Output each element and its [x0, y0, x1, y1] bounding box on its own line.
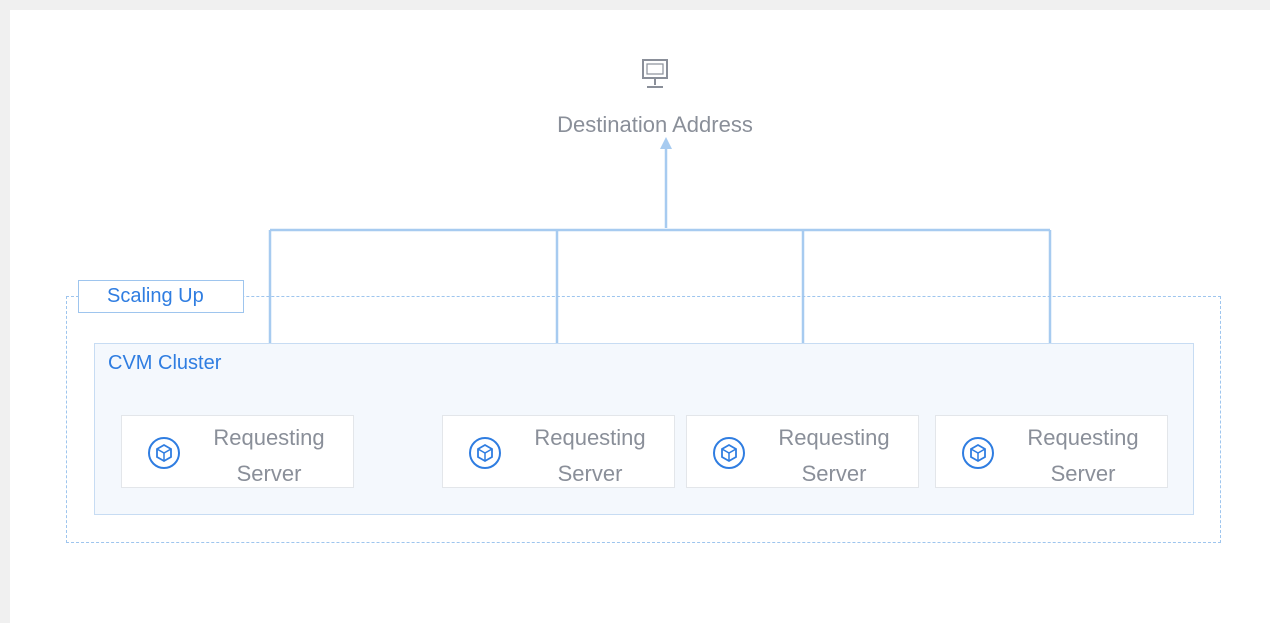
up-arrowhead — [660, 137, 672, 149]
server-label-line1: Requesting — [534, 425, 646, 450]
server-label-line2: Server — [801, 461, 867, 486]
server-label-line1: Requesting — [778, 425, 890, 450]
scaling-up-label: Scaling Up — [78, 280, 244, 313]
server-card-3: Requesting Server — [686, 415, 919, 488]
server-label-line1: Requesting — [213, 425, 325, 450]
cube-icon — [146, 435, 182, 471]
server-label-line2: Server — [236, 461, 302, 486]
cube-icon — [467, 435, 503, 471]
cube-icon — [711, 435, 747, 471]
server-label: Requesting Server — [759, 420, 909, 492]
cvm-cluster-label: CVM Cluster — [108, 352, 222, 374]
cube-icon — [960, 435, 996, 471]
server-card-2: Requesting Server — [442, 415, 675, 488]
monitor-icon — [634, 58, 676, 104]
server-label: Requesting Server — [1008, 420, 1158, 492]
destination-label: Destination Address — [557, 112, 753, 137]
server-label-line2: Server — [1050, 461, 1116, 486]
server-label-line1: Requesting — [1027, 425, 1139, 450]
server-card-1: Requesting Server — [121, 415, 354, 488]
server-label: Requesting Server — [515, 420, 665, 492]
server-card-4: Requesting Server — [935, 415, 1168, 488]
server-label-line2: Server — [557, 461, 623, 486]
server-label: Requesting Server — [194, 420, 344, 492]
